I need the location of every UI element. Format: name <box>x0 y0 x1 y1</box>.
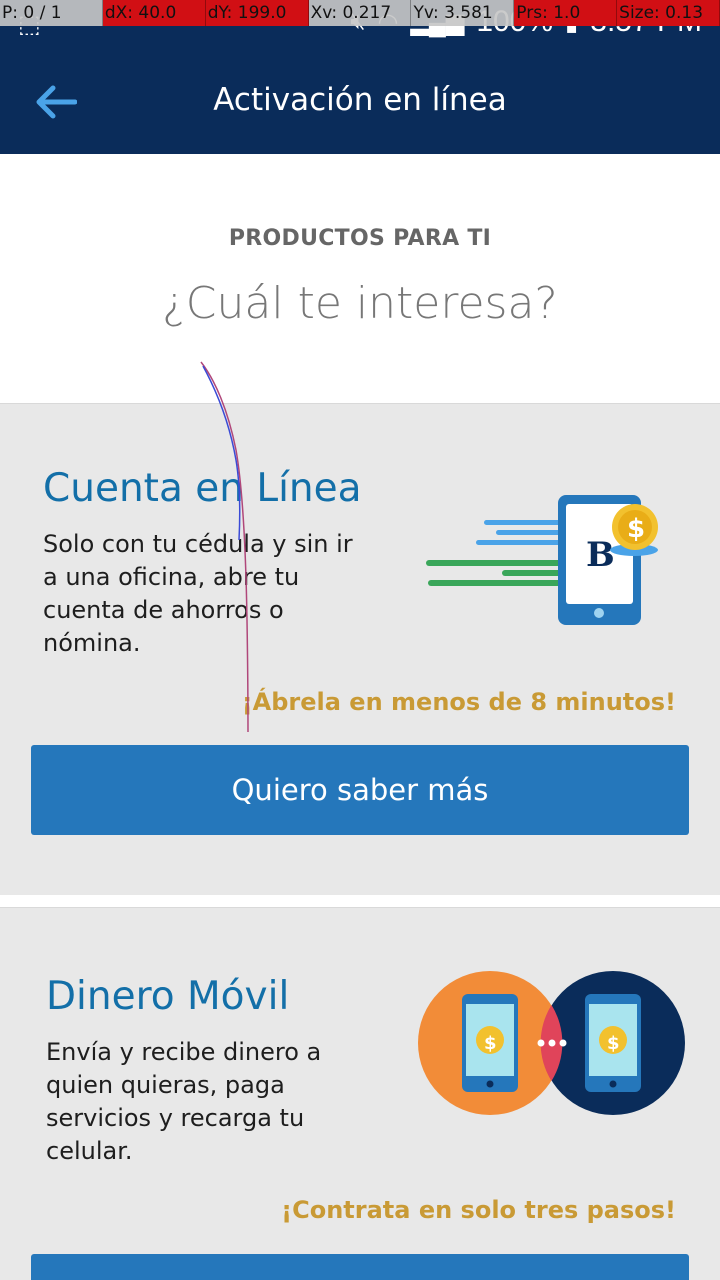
description-line: celular. <box>46 1137 133 1165</box>
description-line: nómina. <box>43 629 141 657</box>
activation-screen: ⬚ 🔇︎ ◠ ▂▄▆ 100% ▮ 3:57 PM P: 0 / 1 dX: 4… <box>0 0 720 1280</box>
debug-size: Size: 0.13 <box>617 0 720 26</box>
svg-text:$: $ <box>484 1033 497 1054</box>
description-line: cuenta de ahorros o <box>43 596 284 624</box>
debug-yv: Yv: 3.581 <box>411 0 515 26</box>
product-description: Solo con tu cédula y sin ir a una oficin… <box>43 528 403 660</box>
description-line: quien quieras, paga <box>46 1071 285 1099</box>
page-title: Activación en línea <box>213 82 507 118</box>
product-description: Envía y recibe dinero a quien quieras, p… <box>46 1036 386 1168</box>
product-title: Dinero Móvil <box>46 974 290 1019</box>
product-title: Cuenta en Línea <box>43 466 362 511</box>
debug-dy: dY: 199.0 <box>205 0 309 26</box>
debug-dx: dX: 40.0 <box>102 0 206 26</box>
section-question: ¿Cuál te interesa? <box>162 278 558 329</box>
phone-bank-icon: B $ <box>426 495 658 625</box>
product-highlight: ¡Ábrela en menos de 8 minutos! <box>241 688 676 716</box>
svg-text:$: $ <box>627 514 645 544</box>
product-card-dinero-movil: Dinero Móvil Envía y recibe dinero a qui… <box>0 907 720 1280</box>
debug-pressure: Prs: 1.0 <box>514 0 618 26</box>
description-line: servicios y recarga tu <box>46 1104 305 1132</box>
svg-text:$: $ <box>607 1033 620 1054</box>
phone-transfer-icon: $ $ <box>418 971 685 1115</box>
learn-more-button-partial[interactable] <box>31 1254 689 1280</box>
debug-xv: Xv: 0.217 <box>308 0 412 26</box>
pointer-location-overlay: P: 0 / 1 dX: 40.0 dY: 199.0 Xv: 0.217 Yv… <box>0 0 720 26</box>
product-highlight: ¡Contrata en solo tres pasos! <box>281 1196 676 1224</box>
description-line: Envía y recibe dinero a <box>46 1038 322 1066</box>
product-card-cuenta: Cuenta en Línea Solo con tu cédula y sin… <box>0 403 720 895</box>
description-line: a una oficina, abre tu <box>43 563 300 591</box>
section-eyebrow: PRODUCTOS PARA TI <box>228 226 492 251</box>
svg-text:B: B <box>586 535 615 575</box>
debug-pointer-count: P: 0 / 1 <box>0 0 103 26</box>
learn-more-button[interactable]: Quiero saber más <box>31 745 689 835</box>
app-bar: Activación en línea <box>0 52 720 154</box>
description-line: Solo con tu cédula y sin ir <box>43 530 353 558</box>
